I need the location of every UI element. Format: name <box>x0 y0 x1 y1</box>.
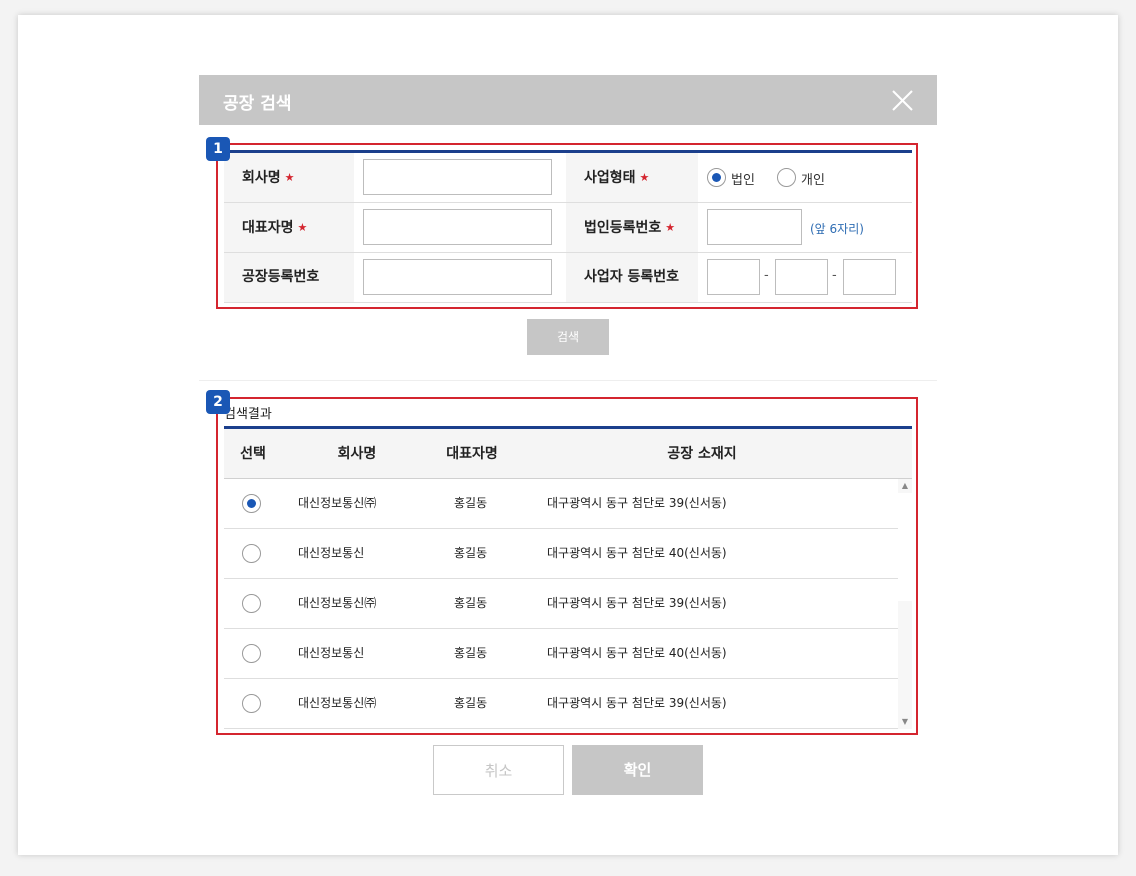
results-title: 검색결과 <box>224 407 272 422</box>
corp-reg-number-hint: (앞 6자리) <box>810 222 864 236</box>
scroll-down-arrow-icon[interactable]: ▼ <box>898 715 912 729</box>
row-select-radio[interactable] <box>242 544 261 563</box>
ceo-name-input[interactable] <box>363 209 552 245</box>
section-marker-2: 2 <box>206 390 230 414</box>
business-type-label: 사업형태 ★ <box>566 153 698 202</box>
row-ceo: 홍길동 <box>454 596 488 610</box>
row-address: 대구광역시 동구 첨단로 39(신서동) <box>547 696 727 710</box>
row-address: 대구광역시 동구 첨단로 39(신서동) <box>547 496 727 510</box>
dialog-title: 공장 검색 <box>223 94 292 114</box>
column-header-company: 회사명 <box>337 446 377 462</box>
factory-reg-number-label: 공장등록번호 <box>224 253 354 302</box>
business-type-individual-label: 개인 <box>801 173 825 188</box>
results-table-body: 대신정보통신㈜ 홍길동 대구광역시 동구 첨단로 39(신서동) 대신정보통신 … <box>224 479 912 729</box>
biz-reg-number-part2-input[interactable] <box>775 259 828 295</box>
row-company: 대신정보통신 <box>298 646 365 660</box>
table-row[interactable]: 대신정보통신㈜ 홍길동 대구광역시 동구 첨단로 39(신서동) <box>224 679 898 729</box>
section-marker-1: 1 <box>206 137 230 161</box>
column-header-ceo: 대표자명 <box>446 446 498 462</box>
corp-reg-number-input[interactable] <box>707 209 802 245</box>
row-ceo: 홍길동 <box>454 496 488 510</box>
business-type-individual-radio[interactable] <box>777 168 796 187</box>
row-address: 대구광역시 동구 첨단로 40(신서동) <box>547 546 727 560</box>
business-type-corporate-label: 법인 <box>731 173 755 188</box>
results-table-header: 선택 회사명 대표자명 공장 소재지 <box>224 426 912 479</box>
row-ceo: 홍길동 <box>454 546 488 560</box>
row-company: 대신정보통신㈜ <box>298 496 377 510</box>
factory-reg-number-input[interactable] <box>363 259 552 295</box>
required-mark: ★ <box>297 221 308 234</box>
company-name-label: 회사명 ★ <box>224 153 354 202</box>
section-divider <box>199 380 937 381</box>
dialog-header: 공장 검색 <box>199 75 937 125</box>
table-row[interactable]: 대신정보통신㈜ 홍길동 대구광역시 동구 첨단로 39(신서동) <box>224 479 898 529</box>
confirm-button[interactable]: 확인 <box>572 745 703 795</box>
scrollbar-thumb[interactable] <box>898 493 912 601</box>
biz-reg-number-label: 사업자 등록번호 <box>566 253 698 302</box>
row-select-radio[interactable] <box>242 494 261 513</box>
row-company: 대신정보통신 <box>298 546 365 560</box>
row-ceo: 홍길동 <box>454 696 488 710</box>
form-row-ceo: 대표자명 ★ 법인등록번호 ★ (앞 6자리) <box>224 203 912 253</box>
row-company: 대신정보통신㈜ <box>298 696 377 710</box>
column-header-select: 선택 <box>240 446 266 462</box>
row-select-radio[interactable] <box>242 644 261 663</box>
results-scrollbar[interactable]: ▲ ▼ <box>898 479 912 729</box>
table-row[interactable]: 대신정보통신㈜ 홍길동 대구광역시 동구 첨단로 39(신서동) <box>224 579 898 629</box>
table-row[interactable]: 대신정보통신 홍길동 대구광역시 동구 첨단로 40(신서동) <box>224 529 898 579</box>
table-row[interactable]: 대신정보통신 홍길동 대구광역시 동구 첨단로 40(신서동) <box>224 629 898 679</box>
scroll-up-arrow-icon[interactable]: ▲ <box>898 479 912 493</box>
corp-reg-number-label: 법인등록번호 ★ <box>566 203 698 252</box>
form-row-factory: 공장등록번호 사업자 등록번호 - - <box>224 253 912 303</box>
row-address: 대구광역시 동구 첨단로 39(신서동) <box>547 596 727 610</box>
biz-reg-dash-1: - <box>764 268 769 283</box>
required-mark: ★ <box>284 171 295 184</box>
search-button[interactable]: 검색 <box>527 319 609 355</box>
required-mark: ★ <box>639 171 650 184</box>
row-company: 대신정보통신㈜ <box>298 596 377 610</box>
biz-reg-number-part3-input[interactable] <box>843 259 896 295</box>
row-select-radio[interactable] <box>242 594 261 613</box>
row-address: 대구광역시 동구 첨단로 40(신서동) <box>547 646 727 660</box>
biz-reg-dash-2: - <box>832 268 837 283</box>
cancel-button[interactable]: 취소 <box>433 745 564 795</box>
form-row-company: 회사명 ★ 사업형태 ★ 법인 개인 <box>224 153 912 203</box>
row-select-radio[interactable] <box>242 694 261 713</box>
search-form: 회사명 ★ 사업형태 ★ 법인 개인 대표자명 ★ 법인등록번호 ★ (앞 6자리) 공… <box>224 150 912 303</box>
business-type-corporate-radio[interactable] <box>707 168 726 187</box>
row-ceo: 홍길동 <box>454 646 488 660</box>
required-mark: ★ <box>665 221 676 234</box>
close-icon[interactable] <box>892 90 913 111</box>
company-name-input[interactable] <box>363 159 552 195</box>
biz-reg-number-part1-input[interactable] <box>707 259 760 295</box>
column-header-address: 공장 소재지 <box>667 446 737 462</box>
ceo-name-label: 대표자명 ★ <box>224 203 354 252</box>
